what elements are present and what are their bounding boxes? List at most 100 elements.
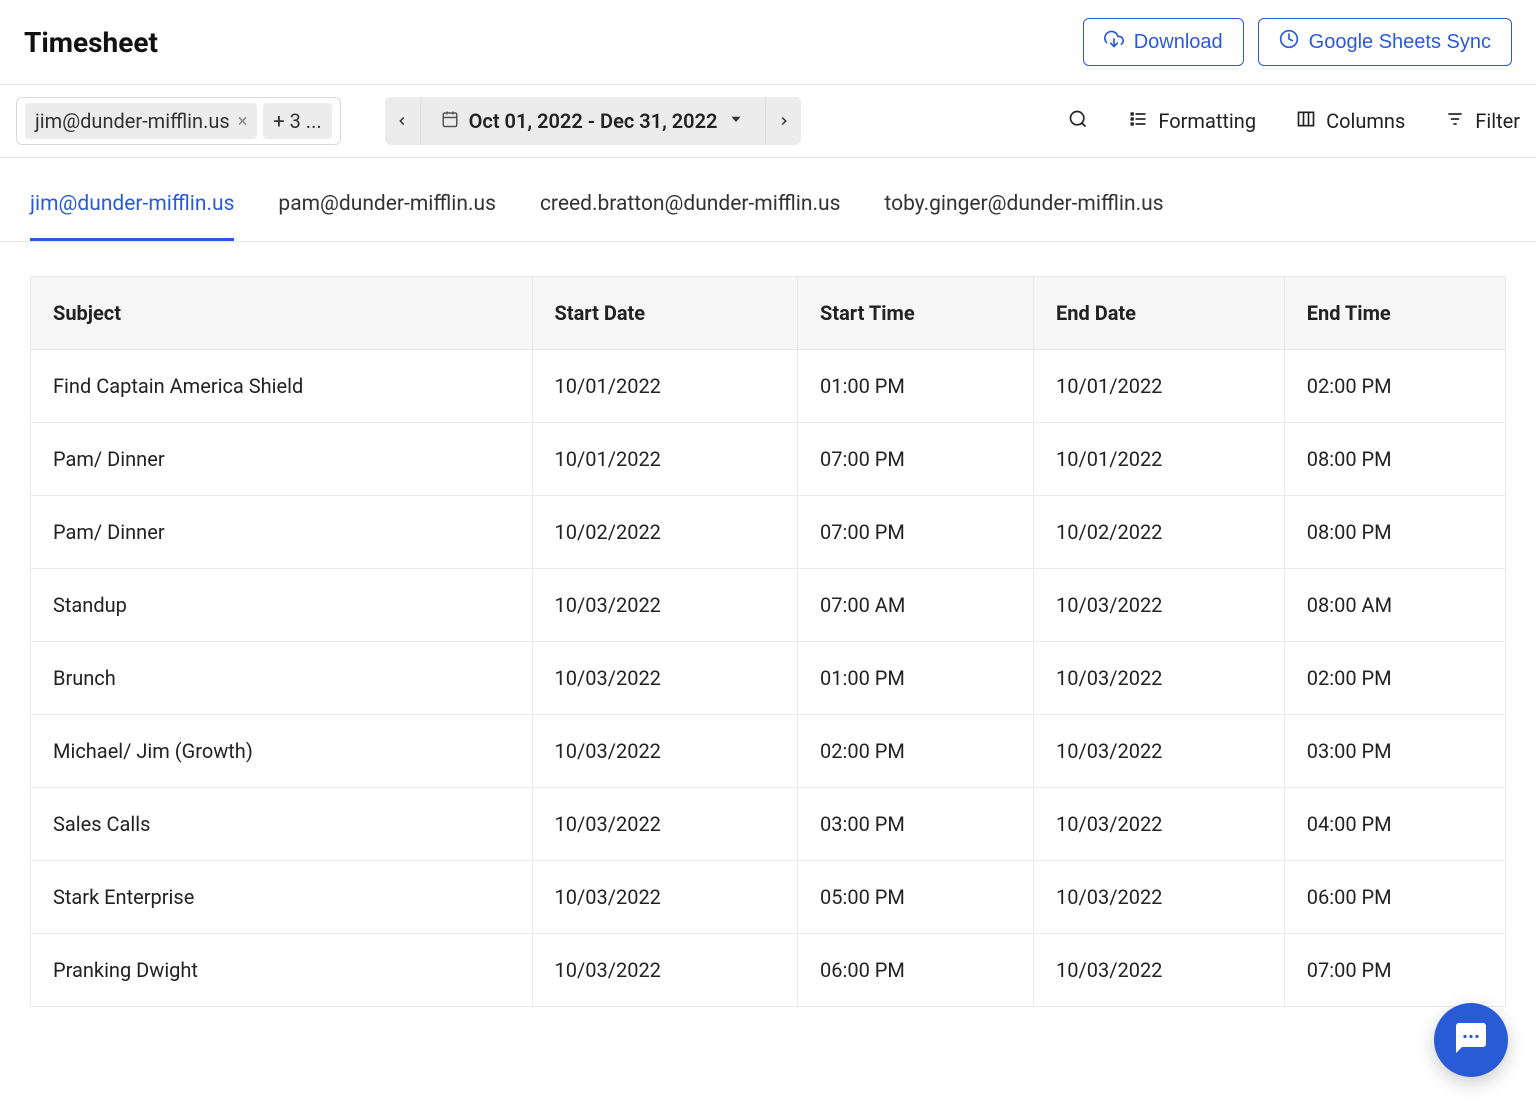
close-icon[interactable]: × xyxy=(238,111,248,132)
chat-icon xyxy=(1453,1020,1489,1060)
tabs: jim@dunder-mifflin.us pam@dunder-mifflin.… xyxy=(0,168,1536,242)
filter-chip-email[interactable]: jim@dunder-mifflin.us × xyxy=(25,103,257,139)
table-row[interactable]: Standup10/03/202207:00 AM10/03/202208:00… xyxy=(31,569,1506,642)
table-row[interactable]: Stark Enterprise10/03/202205:00 PM10/03/… xyxy=(31,861,1506,934)
filter-label: Filter xyxy=(1475,109,1520,133)
cell-end-time: 02:00 PM xyxy=(1284,350,1505,423)
clock-icon xyxy=(1279,29,1299,55)
cell-start-date: 10/03/2022 xyxy=(532,788,798,861)
cell-start-time: 07:00 AM xyxy=(798,569,1034,642)
cell-end-time: 02:00 PM xyxy=(1284,642,1505,715)
toolbar-right: Formatting Columns Filter xyxy=(1068,109,1520,134)
cell-start-time: 06:00 PM xyxy=(798,934,1034,1007)
columns-icon xyxy=(1296,109,1316,134)
search-icon xyxy=(1068,109,1088,134)
table-header-row: Subject Start Date Start Time End Date E… xyxy=(31,277,1506,350)
header-actions: Download Google Sheets Sync xyxy=(1083,18,1512,66)
caret-down-icon xyxy=(727,109,745,133)
filter-chip-more[interactable]: + 3 ... xyxy=(263,103,331,139)
filter-icon xyxy=(1445,109,1465,134)
cell-start-time: 03:00 PM xyxy=(798,788,1034,861)
download-label: Download xyxy=(1134,31,1223,54)
table-row[interactable]: Pam/ Dinner10/01/202207:00 PM10/01/20220… xyxy=(31,423,1506,496)
formatting-icon xyxy=(1128,109,1148,134)
cell-start-date: 10/03/2022 xyxy=(532,934,798,1007)
date-next-button[interactable] xyxy=(765,97,801,145)
cell-end-time: 08:00 AM xyxy=(1284,569,1505,642)
cell-start-date: 10/01/2022 xyxy=(532,350,798,423)
cell-end-date: 10/01/2022 xyxy=(1034,350,1285,423)
cell-start-time: 07:00 PM xyxy=(798,423,1034,496)
page-title: Timesheet xyxy=(24,26,158,59)
formatting-label: Formatting xyxy=(1158,109,1256,133)
date-range-button[interactable]: Oct 01, 2022 - Dec 31, 2022 xyxy=(421,109,766,133)
cell-start-date: 10/02/2022 xyxy=(532,496,798,569)
cell-subject: Standup xyxy=(31,569,533,642)
cloud-download-icon xyxy=(1104,29,1124,55)
search-button[interactable] xyxy=(1068,109,1088,134)
cell-end-date: 10/03/2022 xyxy=(1034,715,1285,788)
cell-subject: Find Captain America Shield xyxy=(31,350,533,423)
filter-chip-email-label: jim@dunder-mifflin.us xyxy=(35,109,230,133)
cell-end-time: 06:00 PM xyxy=(1284,861,1505,934)
cell-end-time: 07:00 PM xyxy=(1284,934,1505,1007)
col-end-date-header[interactable]: End Date xyxy=(1034,277,1285,350)
cell-end-date: 10/02/2022 xyxy=(1034,496,1285,569)
cell-end-date: 10/03/2022 xyxy=(1034,569,1285,642)
cell-end-time: 08:00 PM xyxy=(1284,423,1505,496)
download-button[interactable]: Download xyxy=(1083,18,1244,66)
columns-label: Columns xyxy=(1326,109,1405,133)
table-row[interactable]: Find Captain America Shield10/01/202201:… xyxy=(31,350,1506,423)
cell-end-date: 10/03/2022 xyxy=(1034,788,1285,861)
calendar-icon xyxy=(441,109,459,133)
cell-start-date: 10/03/2022 xyxy=(532,715,798,788)
date-range-label: Oct 01, 2022 - Dec 31, 2022 xyxy=(469,109,718,133)
google-sheets-sync-button[interactable]: Google Sheets Sync xyxy=(1258,18,1512,66)
page-header: Timesheet Download Google Sheets Sync xyxy=(0,0,1536,85)
col-start-date-header[interactable]: Start Date xyxy=(532,277,798,350)
cell-start-date: 10/03/2022 xyxy=(532,569,798,642)
cell-end-date: 10/03/2022 xyxy=(1034,642,1285,715)
table-row[interactable]: Pranking Dwight10/03/202206:00 PM10/03/2… xyxy=(31,934,1506,1007)
cell-start-time: 01:00 PM xyxy=(798,350,1034,423)
cell-end-date: 10/03/2022 xyxy=(1034,861,1285,934)
columns-button[interactable]: Columns xyxy=(1296,109,1405,134)
cell-subject: Brunch xyxy=(31,642,533,715)
table-row[interactable]: Michael/ Jim (Growth)10/03/202202:00 PM1… xyxy=(31,715,1506,788)
cell-end-date: 10/01/2022 xyxy=(1034,423,1285,496)
cell-start-date: 10/03/2022 xyxy=(532,861,798,934)
table-row[interactable]: Brunch10/03/202201:00 PM10/03/202202:00 … xyxy=(31,642,1506,715)
cell-start-time: 05:00 PM xyxy=(798,861,1034,934)
cell-end-date: 10/03/2022 xyxy=(1034,934,1285,1007)
formatting-button[interactable]: Formatting xyxy=(1128,109,1256,134)
table-row[interactable]: Sales Calls10/03/202203:00 PM10/03/20220… xyxy=(31,788,1506,861)
table-container: Subject Start Date Start Time End Date E… xyxy=(0,242,1536,1007)
cell-subject: Michael/ Jim (Growth) xyxy=(31,715,533,788)
col-subject-header[interactable]: Subject xyxy=(31,277,533,350)
toolbar: jim@dunder-mifflin.us × + 3 ... Oct 01, … xyxy=(0,85,1536,158)
cell-subject: Pranking Dwight xyxy=(31,934,533,1007)
date-prev-button[interactable] xyxy=(385,97,421,145)
tab-user-0[interactable]: jim@dunder-mifflin.us xyxy=(30,168,234,241)
tab-user-1[interactable]: pam@dunder-mifflin.us xyxy=(278,168,496,241)
cell-start-date: 10/01/2022 xyxy=(532,423,798,496)
tab-user-3[interactable]: toby.ginger@dunder-mifflin.us xyxy=(884,168,1163,241)
date-range-nav: Oct 01, 2022 - Dec 31, 2022 xyxy=(385,97,802,145)
tab-user-2[interactable]: creed.bratton@dunder-mifflin.us xyxy=(540,168,840,241)
cell-start-time: 02:00 PM xyxy=(798,715,1034,788)
cell-start-date: 10/03/2022 xyxy=(532,642,798,715)
cell-end-time: 08:00 PM xyxy=(1284,496,1505,569)
col-end-time-header[interactable]: End Time xyxy=(1284,277,1505,350)
col-start-time-header[interactable]: Start Time xyxy=(798,277,1034,350)
filter-chip-more-label: + 3 ... xyxy=(273,109,321,133)
filter-chip-box[interactable]: jim@dunder-mifflin.us × + 3 ... xyxy=(16,97,341,145)
cell-end-time: 03:00 PM xyxy=(1284,715,1505,788)
sheets-sync-label: Google Sheets Sync xyxy=(1309,31,1491,54)
cell-start-time: 07:00 PM xyxy=(798,496,1034,569)
table-row[interactable]: Pam/ Dinner10/02/202207:00 PM10/02/20220… xyxy=(31,496,1506,569)
cell-subject: Sales Calls xyxy=(31,788,533,861)
filter-button[interactable]: Filter xyxy=(1445,109,1520,134)
chat-launcher-button[interactable] xyxy=(1434,1003,1508,1077)
cell-subject: Pam/ Dinner xyxy=(31,423,533,496)
cell-start-time: 01:00 PM xyxy=(798,642,1034,715)
